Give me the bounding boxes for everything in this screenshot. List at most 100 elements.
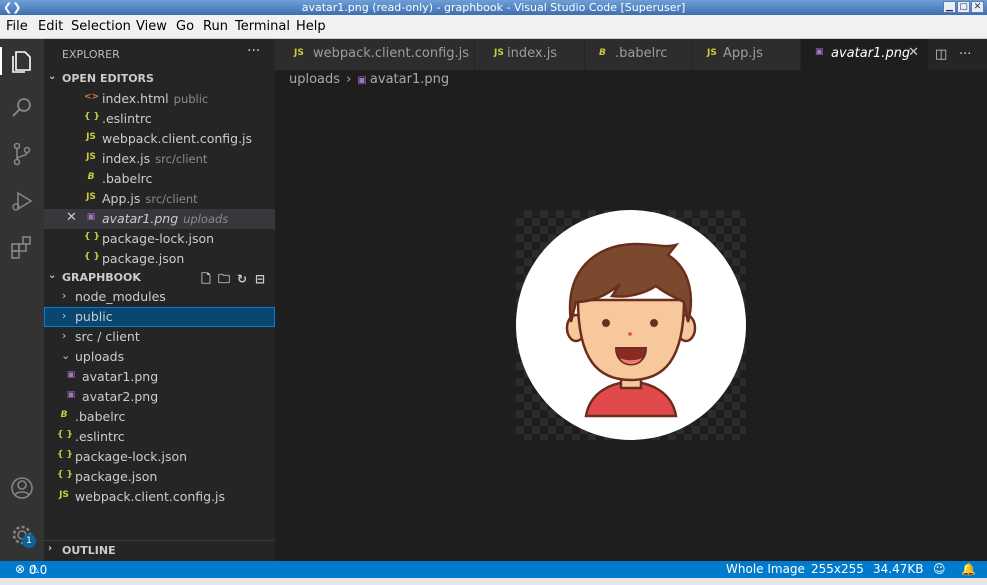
js-file-icon: JS [86, 192, 96, 202]
tree-file[interactable]: { } .eslintrc [44, 427, 275, 447]
tree-folder-open[interactable]: ⌄ uploads [44, 347, 275, 367]
image-preview[interactable] [516, 210, 746, 440]
feedback-icon[interactable]: ☺ [933, 562, 946, 576]
tree-file[interactable]: { } package.json [44, 467, 275, 487]
menu-help[interactable]: Help [296, 19, 326, 34]
open-editor-item[interactable]: { } .eslintrc [44, 109, 275, 129]
js-file-icon: JS [59, 490, 69, 500]
chevron-right-icon: › [62, 309, 67, 322]
js-file-icon: JS [294, 48, 304, 58]
image-file-icon: ▣ [357, 75, 370, 86]
title-bar: ❮❯ avatar1.png (read-only) - graphbook -… [0, 0, 987, 15]
menu-run[interactable]: Run [203, 19, 228, 34]
activity-bar: 1 [0, 39, 44, 561]
menu-view[interactable]: View [136, 19, 167, 34]
close-editor-icon[interactable]: ✕ [66, 210, 77, 225]
tab-webpack-config[interactable]: JS webpack.client.config.js [275, 39, 475, 70]
avatar-image [516, 210, 746, 440]
account-icon[interactable] [8, 474, 36, 502]
babel-file-icon: B [87, 172, 95, 182]
babel-file-icon: B [60, 410, 68, 420]
menu-selection[interactable]: Selection [71, 19, 131, 34]
json-file-icon: { } [57, 470, 73, 480]
run-debug-icon[interactable] [8, 187, 36, 215]
tab-app-js[interactable]: JS App.js [693, 39, 801, 70]
breadcrumb-folder[interactable]: uploads [289, 72, 340, 87]
js-file-icon: JS [707, 48, 717, 58]
menu-edit[interactable]: Edit [38, 19, 63, 34]
json-file-icon: { } [84, 112, 100, 122]
open-editor-item[interactable]: JS App.js src/client [44, 189, 275, 209]
open-editor-item[interactable]: { } package-lock.json [44, 229, 275, 249]
refresh-icon[interactable]: ↻ [233, 272, 251, 286]
open-editor-item[interactable]: { } package.json [44, 249, 275, 269]
open-editor-item[interactable]: JS index.js src/client [44, 149, 275, 169]
more-actions-icon[interactable]: ··· [247, 43, 260, 59]
tab-index-js[interactable]: JS index.js [475, 39, 585, 70]
tree-file[interactable]: ▣ avatar2.png [44, 387, 275, 407]
json-file-icon: { } [57, 430, 73, 440]
status-bar: ⊗ 0 ⚠ 0 Whole Image 255x255 34.47KB ☺ 🔔 [0, 561, 987, 578]
notification-badge: 1 [22, 534, 36, 548]
image-file-icon: ▣ [86, 212, 96, 222]
tree-file[interactable]: JS webpack.client.config.js [44, 487, 275, 507]
tree-folder[interactable]: › node_modules [44, 287, 275, 307]
more-actions-icon[interactable]: ··· [959, 47, 971, 62]
tab-avatar1-png[interactable]: ▣ avatar1.png ✕ [801, 39, 929, 70]
active-indicator [0, 47, 2, 75]
image-file-icon: ▣ [66, 370, 76, 380]
editor-tabs: JS webpack.client.config.js JS index.js … [275, 39, 987, 70]
close-window-button[interactable]: ✕ [971, 1, 984, 13]
graphbook-header[interactable]: ⌄ GRAPHBOOK 🗋 🗀 ↻ ⊟ [44, 268, 275, 288]
json-file-icon: { } [84, 252, 100, 262]
chevron-down-icon: ⌄ [48, 270, 57, 281]
babel-file-icon: B [599, 48, 606, 58]
chevron-right-icon: › [62, 289, 67, 302]
file-size: 34.47KB [873, 562, 924, 576]
json-file-icon: { } [57, 450, 73, 460]
json-file-icon: { } [84, 232, 100, 242]
tree-folder-selected[interactable]: › public [44, 307, 275, 327]
menu-terminal[interactable]: Terminal [235, 19, 290, 34]
maximize-button[interactable]: ▢ [957, 1, 970, 13]
menu-file[interactable]: File [6, 19, 28, 34]
close-tab-icon[interactable]: ✕ [908, 45, 919, 60]
split-editor-icon[interactable]: ◫ [935, 47, 947, 62]
image-file-icon: ▣ [66, 390, 76, 400]
js-file-icon: JS [494, 48, 504, 58]
chevron-right-icon: › [62, 329, 67, 342]
window-title: avatar1.png (read-only) - graphbook - Vi… [301, 1, 686, 14]
open-editor-item[interactable]: B .babelrc [44, 169, 275, 189]
tree-file[interactable]: ▣ avatar1.png [44, 367, 275, 387]
chevron-down-icon: ⌄ [48, 71, 57, 82]
breadcrumb: uploads › ▣ avatar1.png [289, 72, 450, 87]
extensions-icon[interactable] [8, 233, 36, 261]
tree-folder[interactable]: › src / client [44, 327, 275, 347]
problems-indicator[interactable]: ⊗ 0 ⚠ 0 [15, 562, 47, 577]
open-editor-item-active[interactable]: ✕ ▣ avatar1.png uploads [44, 209, 275, 229]
zoom-status[interactable]: Whole Image [726, 562, 805, 576]
search-icon[interactable] [8, 94, 36, 122]
open-editors-header[interactable]: ⌄ OPEN EDITORS [44, 69, 275, 89]
collapse-all-icon[interactable]: ⊟ [251, 272, 269, 286]
explorer-title: EXPLORER [62, 48, 120, 61]
source-control-icon[interactable] [8, 140, 36, 168]
tree-file[interactable]: { } package-lock.json [44, 447, 275, 467]
chevron-down-icon: ⌄ [61, 349, 71, 362]
image-dimensions: 255x255 [811, 562, 864, 576]
outline-header[interactable]: › OUTLINE [44, 541, 275, 561]
minimize-button[interactable]: ▁ [943, 1, 956, 13]
window-bottom-edge [0, 578, 987, 585]
js-file-icon: JS [86, 132, 96, 142]
tree-file[interactable]: B .babelrc [44, 407, 275, 427]
explorer-icon[interactable] [8, 47, 36, 75]
breadcrumb-file[interactable]: avatar1.png [370, 72, 449, 87]
menu-go[interactable]: Go [176, 19, 194, 34]
html-file-icon: <> [84, 92, 100, 102]
explorer-sidebar: EXPLORER ··· ⌄ OPEN EDITORS <> index.htm… [44, 39, 275, 561]
open-editor-item[interactable]: JS webpack.client.config.js [44, 129, 275, 149]
js-file-icon: JS [86, 152, 96, 162]
open-editor-item[interactable]: <> index.html public [44, 89, 275, 109]
tab-babelrc[interactable]: B .babelrc [585, 39, 693, 70]
bell-icon[interactable]: 🔔 [961, 562, 976, 576]
